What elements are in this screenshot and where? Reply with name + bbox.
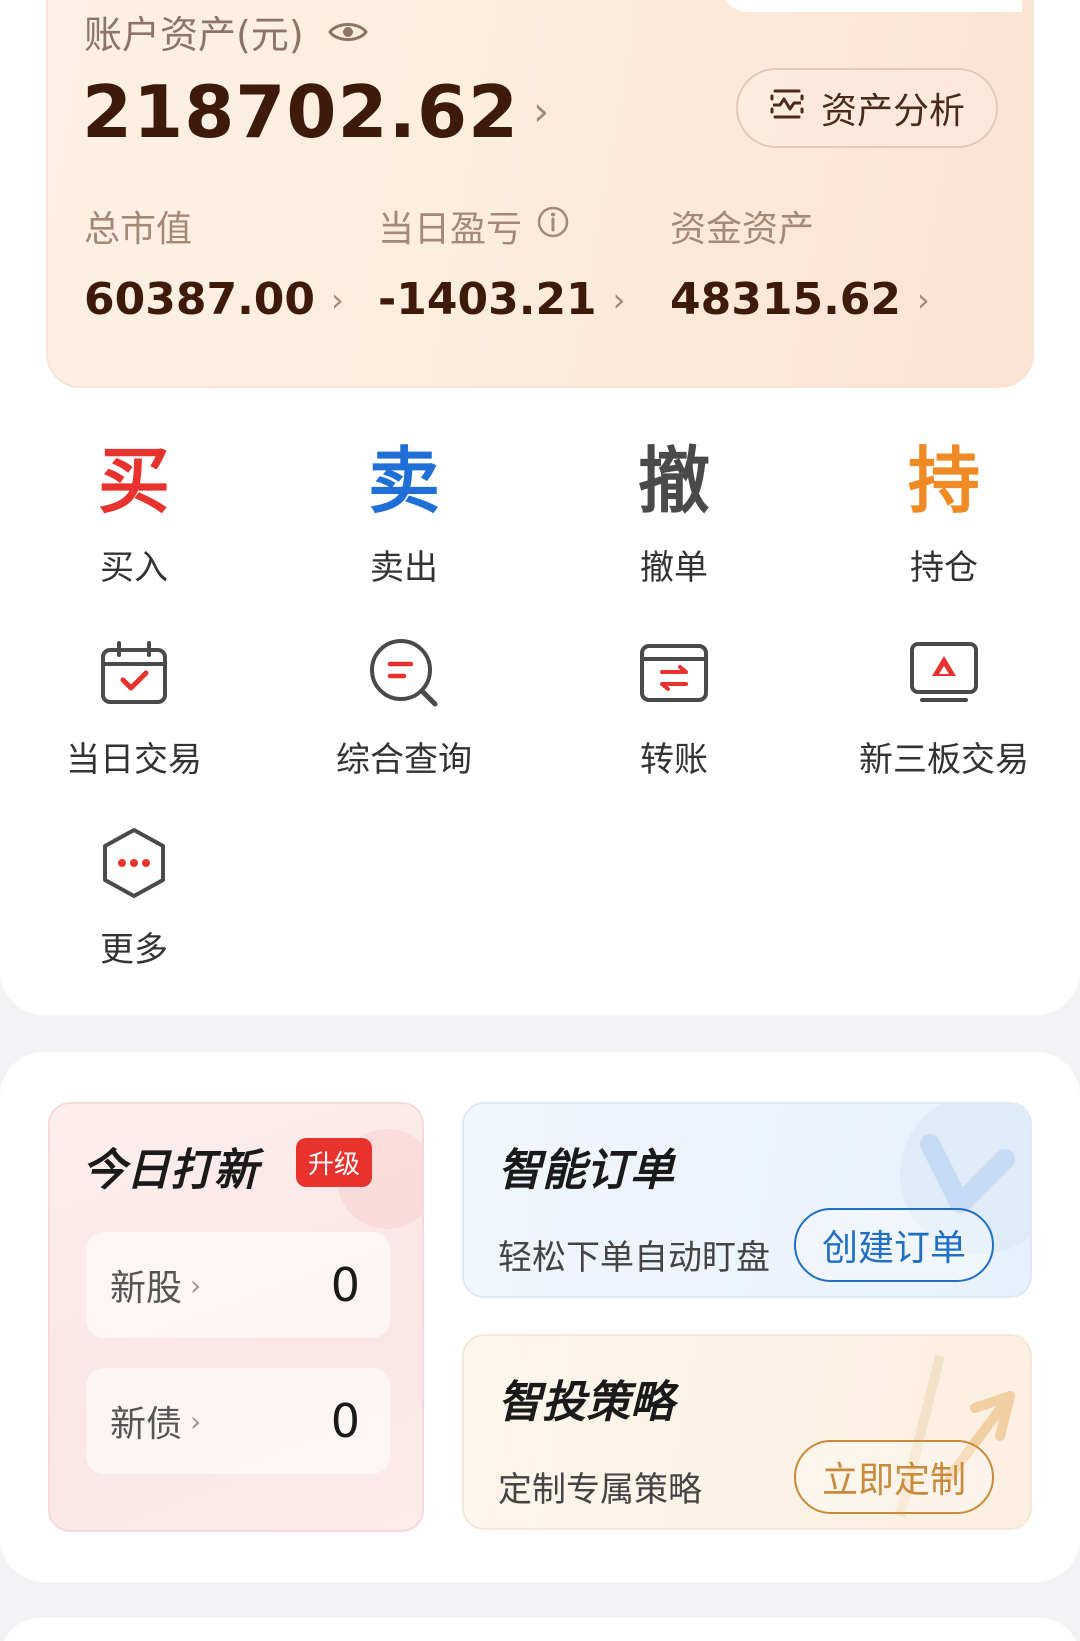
- stat-value: 60387.00: [84, 274, 316, 325]
- more-label: 更多: [100, 930, 168, 970]
- chevron-right-icon: ›: [190, 1404, 202, 1438]
- more-icon: [103, 828, 165, 898]
- account-asset-card: 账户资产(元) 218702.62 › 资产分析 总市值 60387.00 › …: [46, 0, 1034, 388]
- eye-icon[interactable]: [327, 19, 368, 45]
- calendar-check-icon: [101, 641, 167, 704]
- positions-label: 持仓: [910, 548, 978, 588]
- smart-order-card[interactable]: 智能订单 轻松下单自动盯盘 创建订单: [462, 1102, 1032, 1298]
- transfer-button[interactable]: 转账: [574, 628, 774, 781]
- smart-strategy-card[interactable]: 智投策略 定制专属策略 立即定制: [462, 1334, 1032, 1530]
- chevron-right-icon: ›: [190, 1268, 202, 1302]
- chart-analysis-icon: [769, 87, 805, 130]
- new-bonds-row[interactable]: 新债 › 0: [86, 1368, 390, 1474]
- general-query-button[interactable]: 综合查询: [304, 628, 504, 781]
- stat-market-value[interactable]: 总市值 60387.00 ›: [84, 200, 344, 325]
- smart-strategy-subtitle: 定制专属策略: [498, 1470, 702, 1510]
- upgrade-badge: 升级: [296, 1138, 373, 1187]
- chevron-right-icon: ›: [331, 280, 344, 319]
- stat-daily-pnl[interactable]: 当日盈亏 -1403.21 ›: [378, 200, 625, 325]
- positions-button[interactable]: 持 持仓: [844, 436, 1044, 589]
- next-section-panel: [0, 1618, 1080, 1641]
- daily-trades-label: 当日交易: [66, 740, 202, 780]
- ipo-title: 今日打新: [82, 1145, 258, 1196]
- new-stocks-label: 新股: [110, 1268, 183, 1309]
- cancel-order-button[interactable]: 撤 撤单: [574, 436, 774, 589]
- asset-analysis-button[interactable]: 资产分析: [736, 68, 998, 148]
- cancel-glyph-icon: 撤: [637, 439, 710, 523]
- chevron-right-icon: ›: [917, 280, 930, 319]
- sell-label: 卖出: [370, 548, 438, 588]
- new-third-board-icon: [910, 642, 978, 702]
- new-bonds-label: 新债: [110, 1404, 183, 1445]
- search-query-icon: [370, 639, 438, 707]
- positions-glyph-icon: 持: [907, 439, 980, 523]
- buy-button[interactable]: 买 买入: [34, 436, 234, 589]
- new-third-board-button[interactable]: 新三板交易: [844, 628, 1044, 781]
- info-icon[interactable]: [536, 205, 570, 248]
- asset-analysis-label: 资产分析: [820, 91, 965, 132]
- chevron-right-icon: ›: [533, 89, 551, 135]
- new-bonds-count: 0: [330, 1394, 360, 1448]
- promotions-panel: 今日打新 升级 新股 › 0 新债 › 0 智能订单 轻松下单自动盯盘 创建订单 智…: [0, 1052, 1080, 1582]
- general-query-label: 综合查询: [336, 740, 472, 780]
- new-third-board-label: 新三板交易: [859, 740, 1029, 780]
- sell-glyph-icon: 卖: [367, 439, 440, 523]
- buy-glyph-icon: 买: [97, 439, 170, 523]
- total-assets-value: 218702.62: [82, 70, 520, 154]
- stat-label: 资金资产: [670, 209, 815, 250]
- stat-label: 当日盈亏: [378, 209, 523, 250]
- smart-strategy-title: 智投策略: [498, 1377, 674, 1428]
- sell-button[interactable]: 卖 卖出: [304, 436, 504, 589]
- more-button[interactable]: 更多: [34, 818, 234, 971]
- account-asset-title: 账户资产(元): [84, 4, 368, 59]
- chevron-right-icon: ›: [612, 280, 626, 319]
- total-assets[interactable]: 218702.62 ›: [82, 70, 550, 154]
- daily-trades-button[interactable]: 当日交易: [34, 628, 234, 781]
- stat-value: 48315.62: [670, 274, 902, 325]
- create-order-button[interactable]: 创建订单: [794, 1208, 994, 1282]
- transfer-icon: [640, 644, 708, 702]
- stat-label: 总市值: [84, 209, 193, 250]
- customize-now-button[interactable]: 立即定制: [794, 1440, 994, 1514]
- stat-value: -1403.21: [378, 274, 597, 325]
- trade-home-panel: 账户资产(元) 218702.62 › 资产分析 总市值 60387.00 › …: [0, 0, 1080, 1015]
- account-asset-label: 账户资产(元): [84, 13, 304, 57]
- cancel-order-label: 撤单: [640, 548, 708, 588]
- new-stocks-count: 0: [330, 1258, 360, 1312]
- transfer-label: 转账: [640, 740, 708, 780]
- smart-order-title: 智能订单: [498, 1145, 674, 1196]
- smart-order-subtitle: 轻松下单自动盯盘: [498, 1238, 770, 1278]
- new-stocks-row[interactable]: 新股 › 0: [86, 1232, 390, 1338]
- stat-cash-assets[interactable]: 资金资产 48315.62 ›: [670, 200, 930, 325]
- ipo-subscription-card[interactable]: 今日打新 升级 新股 › 0 新债 › 0: [48, 1102, 424, 1532]
- buy-label: 买入: [100, 548, 168, 588]
